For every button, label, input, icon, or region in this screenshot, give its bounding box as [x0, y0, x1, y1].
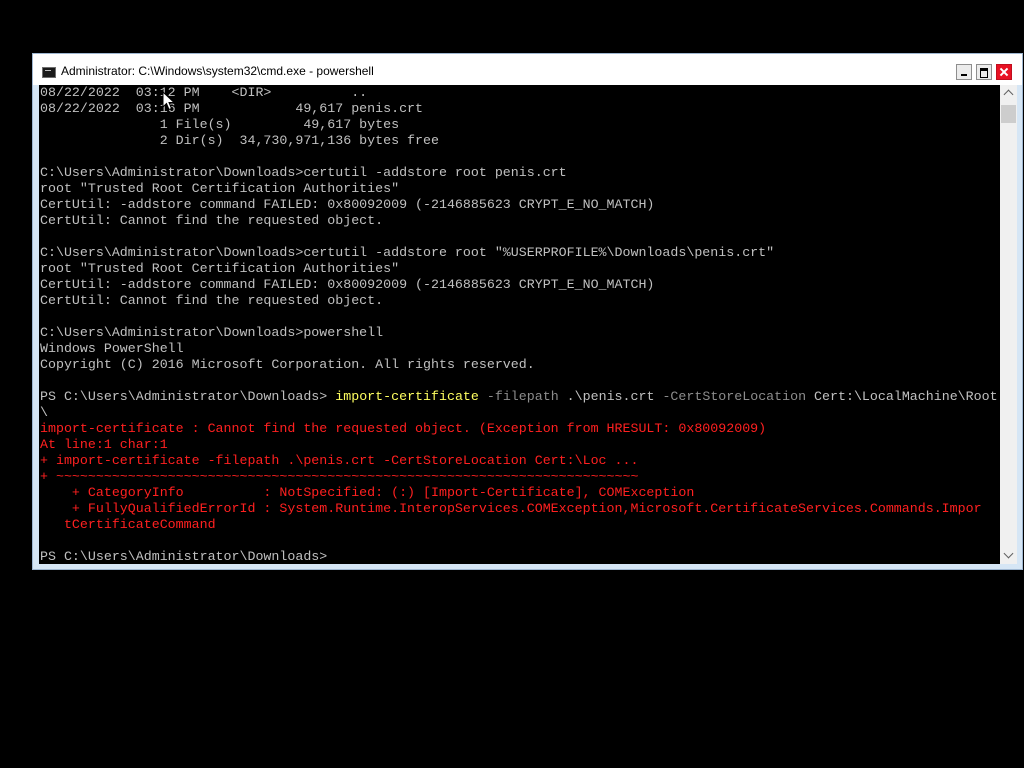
- console-line: \: [40, 405, 998, 421]
- console-text-segment: Windows PowerShell: [40, 341, 184, 356]
- console-line: root "Trusted Root Certification Authori…: [40, 261, 998, 277]
- close-icon[interactable]: [996, 64, 1012, 80]
- console-text-segment: + CategoryInfo : NotSpecified: (:) [Impo…: [40, 485, 695, 500]
- console-text-segment: C:\Users\Administrator\Downloads>powersh…: [40, 325, 384, 340]
- console-text-segment: 1 File(s) 49,617 bytes: [40, 117, 400, 132]
- console-line: tCertificateCommand: [40, 517, 998, 533]
- console-line: root "Trusted Root Certification Authori…: [40, 181, 998, 197]
- console-text-segment: \: [40, 405, 48, 420]
- console-text-segment: C:\Users\Administrator\Downloads>certuti…: [40, 165, 567, 180]
- mouse-pointer-icon-shape: [162, 90, 176, 111]
- console-line: + FullyQualifiedErrorId : System.Runtime…: [40, 501, 998, 517]
- console-text-segment: CertUtil: Cannot find the requested obje…: [40, 293, 384, 308]
- window-title: Administrator: C:\Windows\system32\cmd.e…: [61, 64, 374, 78]
- console-line: CertUtil: -addstore command FAILED: 0x80…: [40, 277, 998, 293]
- console-text-segment: At line:1 char:1: [40, 437, 168, 452]
- console-text-segment: + FullyQualifiedErrorId : System.Runtime…: [40, 501, 982, 516]
- maximize-icon[interactable]: [976, 64, 992, 80]
- console-line: 08/22/2022 03:16 PM 49,617 penis.crt: [40, 101, 998, 117]
- console-text: 08/22/2022 03:12 PM <DIR> .. 08/22/2022 0…: [40, 85, 998, 564]
- console-text-segment: C:\Users\Administrator\Downloads>certuti…: [40, 245, 775, 260]
- console-line: + ~~~~~~~~~~~~~~~~~~~~~~~~~~~~~~~~~~~~~~…: [40, 469, 998, 485]
- console-text-segment: import-certificate: [335, 389, 479, 404]
- console-output[interactable]: 08/22/2022 03:12 PM <DIR> .. 08/22/2022 0…: [39, 85, 1000, 564]
- console-text-segment: 08/22/2022 03:12 PM <DIR> ..: [40, 85, 368, 100]
- vertical-scrollbar[interactable]: [1000, 85, 1017, 564]
- scroll-down-arrow-icon[interactable]: [1000, 548, 1017, 564]
- console-text-segment: + ~~~~~~~~~~~~~~~~~~~~~~~~~~~~~~~~~~~~~~…: [40, 469, 639, 484]
- console-line: CertUtil: -addstore command FAILED: 0x80…: [40, 197, 998, 213]
- console-text-segment: import-certificate : Cannot find the req…: [40, 421, 767, 436]
- console-line: Copyright (C) 2016 Microsoft Corporation…: [40, 357, 998, 373]
- console-text-segment: root "Trusted Root Certification Authori…: [40, 261, 400, 276]
- console-line: PS C:\Users\Administrator\Downloads>: [40, 549, 998, 564]
- console-text-segment: -CertStoreLocation: [662, 389, 815, 404]
- console-line: + import-certificate -filepath .\penis.c…: [40, 453, 998, 469]
- console-line: CertUtil: Cannot find the requested obje…: [40, 293, 998, 309]
- console-line: Windows PowerShell: [40, 341, 998, 357]
- console-text-segment: CertUtil: -addstore command FAILED: 0x80…: [40, 277, 655, 292]
- console-text-segment: Cert:\LocalMachine\Root: [814, 389, 998, 404]
- console-text-segment: CertUtil: -addstore command FAILED: 0x80…: [40, 197, 655, 212]
- console-window: Administrator: C:\Windows\system32\cmd.e…: [32, 53, 1023, 570]
- console-line: C:\Users\Administrator\Downloads>certuti…: [40, 165, 998, 181]
- console-text-segment: 2 Dir(s) 34,730,971,136 bytes free: [40, 133, 439, 148]
- scrollbar-thumb[interactable]: [1001, 105, 1016, 123]
- console-text-segment: .\penis.crt: [566, 389, 663, 404]
- console-line: 08/22/2022 03:12 PM <DIR> ..: [40, 85, 998, 101]
- console-line: C:\Users\Administrator\Downloads>certuti…: [40, 245, 998, 261]
- console-text-segment: 08/22/2022 03:16 PM 49,617 penis.crt: [40, 101, 424, 116]
- cmd-icon[interactable]: [42, 67, 56, 78]
- console-text-segment: -filepath: [478, 389, 567, 404]
- console-text-segment: PS C:\Users\Administrator\Downloads>: [40, 549, 328, 564]
- console-line: At line:1 char:1: [40, 437, 998, 453]
- console-line: import-certificate : Cannot find the req…: [40, 421, 998, 437]
- title-bar[interactable]: Administrator: C:\Windows\system32\cmd.e…: [33, 54, 1022, 85]
- console-text-segment: tCertificateCommand: [40, 517, 216, 532]
- console-line: + CategoryInfo : NotSpecified: (:) [Impo…: [40, 485, 998, 501]
- console-line: C:\Users\Administrator\Downloads>powersh…: [40, 325, 998, 341]
- console-line: 2 Dir(s) 34,730,971,136 bytes free: [40, 133, 998, 149]
- console-text-segment: + import-certificate -filepath .\penis.c…: [40, 453, 639, 468]
- console-line: PS C:\Users\Administrator\Downloads> imp…: [40, 389, 998, 405]
- console-text-segment: CertUtil: Cannot find the requested obje…: [40, 213, 384, 228]
- console-line: 1 File(s) 49,617 bytes: [40, 117, 998, 133]
- console-line: CertUtil: Cannot find the requested obje…: [40, 213, 998, 229]
- scroll-up-arrow-icon[interactable]: [1000, 85, 1017, 101]
- minimize-icon[interactable]: [956, 64, 972, 80]
- console-text-segment: Copyright (C) 2016 Microsoft Corporation…: [40, 357, 535, 372]
- console-text-segment: PS C:\Users\Administrator\Downloads>: [40, 389, 336, 404]
- console-text-segment: root "Trusted Root Certification Authori…: [40, 181, 400, 196]
